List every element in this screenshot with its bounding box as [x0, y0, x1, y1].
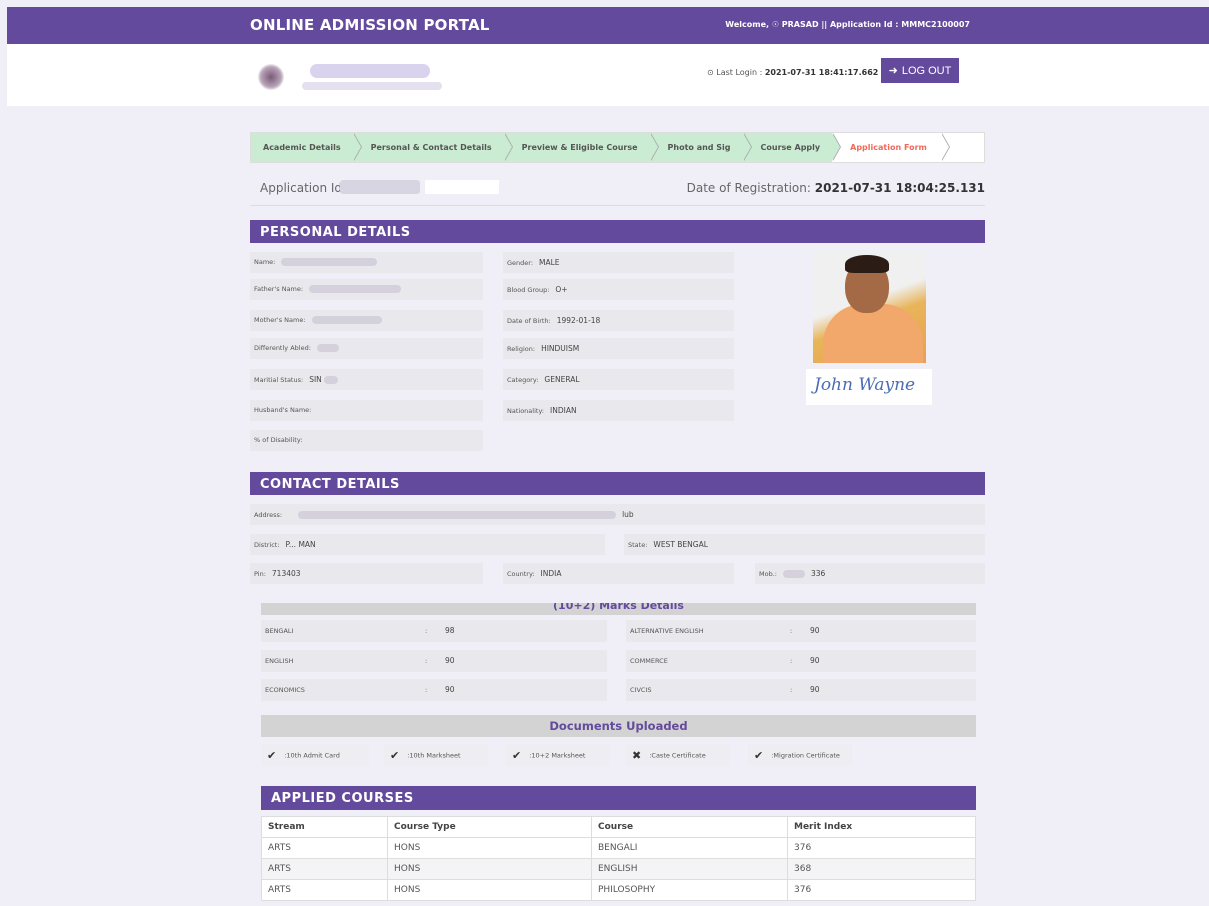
field-address: Address: lub [250, 504, 985, 525]
field-blood-group: Blood Group: O+ [503, 279, 734, 300]
step-academic-details[interactable]: Academic Details [251, 133, 362, 162]
column-header: Course Type [387, 816, 592, 838]
applicant-photo [813, 249, 926, 363]
column-header: Merit Index [787, 816, 976, 838]
field-mobile: Mob.: 336 [755, 563, 985, 584]
cross-icon: ✖ [632, 749, 642, 762]
contact-details-heading: CONTACT DETAILS [250, 472, 985, 495]
application-id-label: Application Id: [260, 181, 347, 195]
top-bar: ONLINE ADMISSION PORTAL Welcome, ☉ PRASA… [7, 7, 1209, 44]
table-row: ARTS HONS ENGLISH 368 [261, 858, 976, 880]
welcome-text: Welcome, ☉ PRASAD || Application Id : MM… [725, 20, 970, 29]
document-item: ✔:10+2 Marksheet [506, 744, 610, 766]
field-name: Name: [250, 252, 483, 273]
registration-date: Date of Registration: 2021-07-31 18:04:2… [686, 181, 985, 195]
applied-courses-heading: APPLIED COURSES [261, 786, 976, 810]
institution-logo [250, 50, 460, 100]
check-icon: ✔ [267, 749, 277, 762]
last-login: ⊙ Last Login : 2021-07-31 18:41:17.662 [707, 68, 878, 77]
field-husband-name: Husband's Name: [250, 400, 483, 421]
mark-row: ECONOMICS:90 [261, 679, 607, 701]
application-info: Application Id: Date of Registration: 20… [250, 172, 985, 206]
check-icon: ✔ [754, 749, 764, 762]
field-religion: Religion: HINDUISM [503, 338, 734, 359]
check-icon: ✔ [390, 749, 400, 762]
field-district: District: P... MAN [250, 534, 605, 555]
marks-details-heading: (10+2) Marks Details [261, 603, 976, 615]
applicant-signature: John Wayne [806, 369, 932, 405]
step-course-apply[interactable]: Course Apply [742, 133, 841, 162]
mark-row: BENGALI:98 [261, 620, 607, 642]
documents-uploaded-heading: Documents Uploaded [261, 715, 976, 737]
step-application-form[interactable]: Application Form [832, 133, 950, 162]
field-differently-abled: Differently Abled: [250, 338, 483, 359]
document-item: ✔:10th Admit Card [261, 744, 369, 766]
step-photo-sig[interactable]: Photo and Sig [649, 133, 752, 162]
document-item: ✖:Caste Certificate [626, 744, 730, 766]
table-row: ARTS HONS PHILOSOPHY 376 [261, 879, 976, 901]
wizard-steps: Academic Details Personal & Contact Deta… [250, 132, 985, 163]
personal-details-heading: PERSONAL DETAILS [250, 220, 985, 243]
mark-row: ENGLISH:90 [261, 650, 607, 672]
column-header: Course [591, 816, 788, 838]
mark-row: CIVCIS:90 [626, 679, 976, 701]
document-item: ✔:Migration Certificate [748, 744, 852, 766]
field-marital-status: Maritial Status: SIN [250, 369, 483, 390]
field-disability-percent: % of Disability: [250, 430, 483, 451]
logout-button[interactable]: ➜ LOG OUT [881, 58, 959, 83]
field-father-name: Father's Name: [250, 279, 483, 300]
table-row: ARTS HONS BENGALI 376 [261, 837, 976, 859]
step-preview-eligible[interactable]: Preview & Eligible Course [503, 133, 659, 162]
applied-courses-table: Stream Course Type Course Merit Index AR… [261, 816, 976, 901]
field-country: Country: INDIA [503, 563, 734, 584]
field-mother-name: Mother's Name: [250, 310, 483, 331]
header: ⊙ Last Login : 2021-07-31 18:41:17.662 ➜… [7, 44, 1209, 106]
last-login-value: 2021-07-31 18:41:17.662 [764, 68, 879, 77]
step-personal-contact[interactable]: Personal & Contact Details [352, 133, 513, 162]
field-date-of-birth: Date of Birth: 1992-01-18 [503, 310, 734, 331]
mark-row: ALTERNATIVE ENGLISH:90 [626, 620, 976, 642]
mark-row: COMMERCE:90 [626, 650, 976, 672]
field-nationality: Nationality: INDIAN [503, 400, 734, 421]
application-id-value [340, 180, 420, 194]
check-icon: ✔ [512, 749, 522, 762]
clock-icon: ⊙ [707, 68, 714, 77]
field-gender: Gender: MALE [503, 252, 734, 273]
document-item: ✔:10th Marksheet [384, 744, 488, 766]
portal-title: ONLINE ADMISSION PORTAL [250, 16, 490, 34]
column-header: Stream [261, 816, 388, 838]
field-state: State: WEST BENGAL [624, 534, 985, 555]
field-category: Category: GENERAL [503, 369, 734, 390]
field-pin: Pin: 713403 [250, 563, 483, 584]
logout-label: LOG OUT [901, 64, 952, 77]
last-login-label: Last Login : [716, 68, 763, 77]
logout-icon: ➜ [888, 65, 898, 77]
